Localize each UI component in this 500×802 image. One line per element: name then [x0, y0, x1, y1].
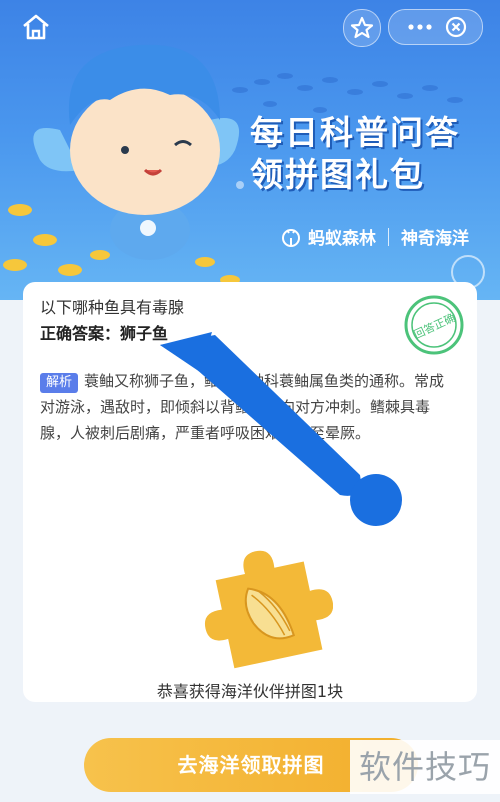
home-icon[interactable]: [18, 12, 54, 42]
banner-title-line1: 每日科普问答: [250, 113, 460, 152]
favorite-button[interactable]: [343, 9, 381, 47]
analysis-tag: 解析: [40, 373, 79, 393]
brand-row: 蚂蚁森林 神奇海洋: [280, 224, 469, 249]
correct-stamp: 回答正确: [403, 294, 465, 356]
answer-card: 以下哪种鱼具有毒腺 正确答案：狮子鱼 回答正确 解析 蓑鲉又称狮子鱼，鲉形目鲉科蓑…: [23, 282, 477, 702]
menu-capsule: [388, 9, 483, 45]
brand-divider: [388, 227, 389, 246]
banner-title-line2: 领拼图礼包: [250, 155, 425, 194]
correct-answer: 正确答案：狮子鱼: [40, 320, 168, 344]
brand-right: 神奇海洋: [401, 229, 469, 249]
top-bar: [0, 0, 500, 52]
answer-value: 狮子鱼: [120, 324, 169, 343]
banner-title: 每日科普问答 领拼图礼包: [250, 112, 460, 196]
reward-text: 恭喜获得海洋伙伴拼图1块: [156, 682, 344, 701]
star-icon: [350, 16, 374, 39]
stamp-icon: 回答正确: [404, 295, 464, 355]
watermark: 软件技巧: [350, 740, 500, 794]
analysis-text: 蓑鲉又称狮子鱼，鲉形目鲉科蓑鲉属鱼类的通称。常成对游泳，遇敌时，即倾斜以背鳍鳍棘…: [40, 372, 445, 442]
puzzle-piece-icon: [204, 550, 333, 669]
banner: 每日科普问答 领拼图礼包 蚂蚁森林 神奇海洋: [0, 0, 500, 300]
brand-left: 蚂蚁森林: [308, 229, 376, 249]
more-dots-icon[interactable]: [408, 24, 432, 30]
stamp-text: 回答正确: [412, 310, 458, 341]
answer-label: 正确答案：: [40, 324, 121, 343]
close-icon[interactable]: [445, 16, 467, 38]
question-text: 以下哪种鱼具有毒腺: [40, 298, 185, 317]
analysis-block: 解析 蓑鲉又称狮子鱼，鲉形目鲉科蓑鲉属鱼类的通称。常成对游泳，遇敌时，即倾斜以背鳍…: [40, 368, 458, 446]
ant-forest-icon: [282, 228, 300, 247]
capsule-icons: [408, 16, 467, 38]
